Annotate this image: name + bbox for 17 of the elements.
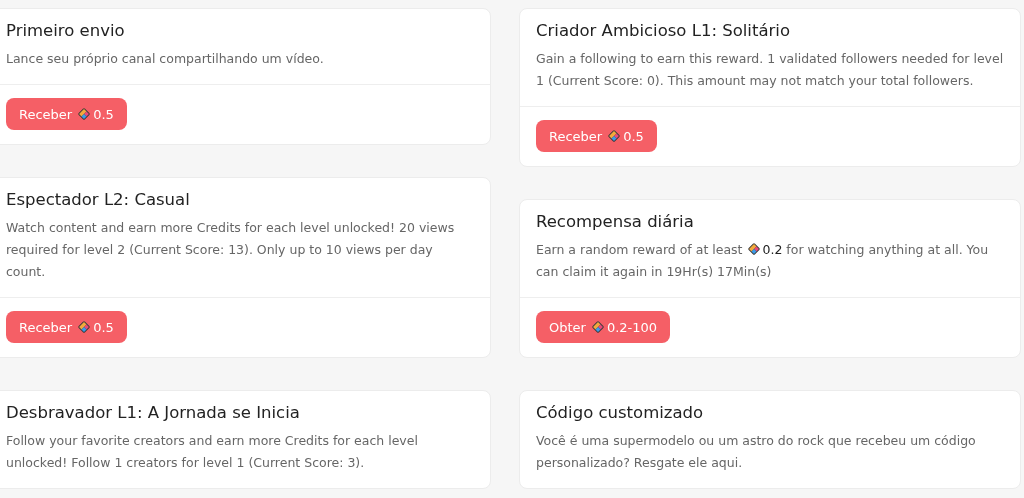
card-title: Código customizado [535, 402, 705, 422]
claim-button[interactable]: Receber 0.5 [6, 311, 127, 343]
card-description: Você é uma supermodelo ou um astro do rock que recebeu um código personalizado? Resgate ele aqui. [535, 432, 977, 472]
card-description: Gain a following to earn this reward. 1 validated followers needed for level 1 (Current Score: 0). This amount may not match your total followers. [535, 50, 1005, 90]
card-description: Watch content and earn more Credits for each level unlocked! 20 views required for level 2 (Current Score: 13). Only up to 10 views per day count. [5, 219, 456, 281]
claim-button[interactable]: Obter 0.2-100 [536, 311, 671, 343]
credit-icon [746, 242, 761, 256]
card-description: Earn a random reward of at least 0.2 for watching anything at all. You can claim it again in 19Hr(s) 17Min(s) [535, 241, 990, 281]
card-description: Follow your favorite creators and earn more Credits for each level unlocked! Follow 1 creators for level 1 (Current Score: 3). [5, 432, 419, 472]
card-title: Recompensa diária [535, 211, 695, 231]
claim-button[interactable]: Receber 0.5 [536, 120, 657, 152]
card-title: Espectador L2: Casual [5, 189, 191, 209]
card-title: Desbravador L1: A Jornada se Inicia [5, 402, 301, 422]
card-title: Criador Ambicioso L1: Solitário [535, 20, 791, 40]
claim-button[interactable]: Receber 0.5 [6, 98, 127, 130]
card-description: Lance seu próprio canal compartilhando um vídeo. [5, 50, 325, 68]
card-title: Primeiro envio [5, 20, 126, 40]
